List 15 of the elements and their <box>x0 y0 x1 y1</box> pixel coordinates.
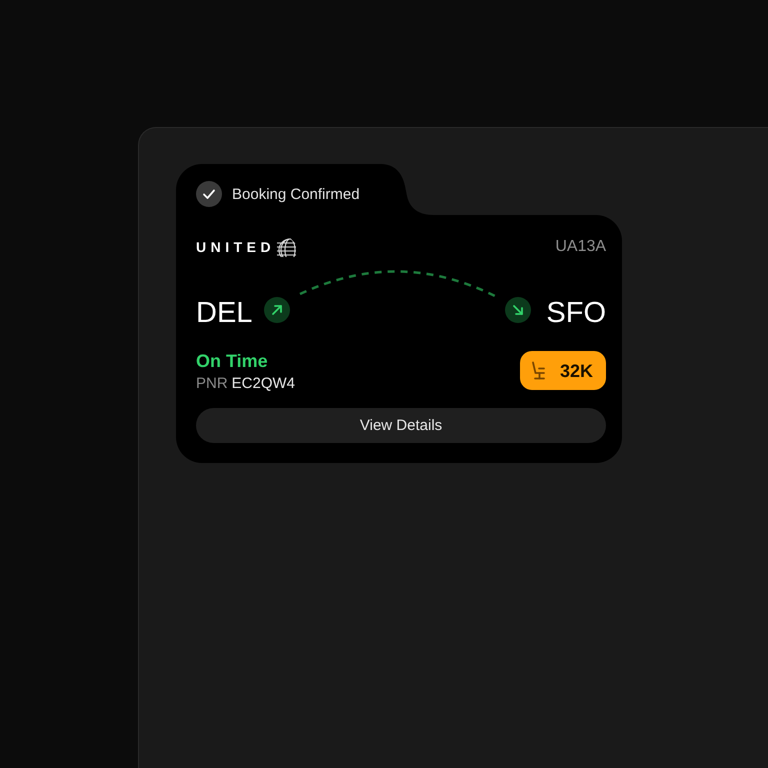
check-icon <box>196 181 222 207</box>
globe-icon <box>277 238 296 256</box>
destination-code: SFO <box>546 296 606 330</box>
origin-code: DEL <box>196 296 252 330</box>
seat-number: 32K <box>560 360 594 382</box>
view-details-button[interactable]: View Details <box>196 408 606 443</box>
flight-status: On Time <box>196 350 269 372</box>
pnr-code: EC2QW4 <box>232 374 296 394</box>
seat-icon <box>531 361 546 380</box>
airline-name: UNITED <box>196 239 276 255</box>
flight-number: UA13A <box>555 238 606 256</box>
departure-icon <box>264 297 290 323</box>
pnr-label: PNR <box>196 374 228 394</box>
arrival-icon <box>505 297 532 323</box>
booking-status: Booking Confirmed <box>232 186 360 202</box>
